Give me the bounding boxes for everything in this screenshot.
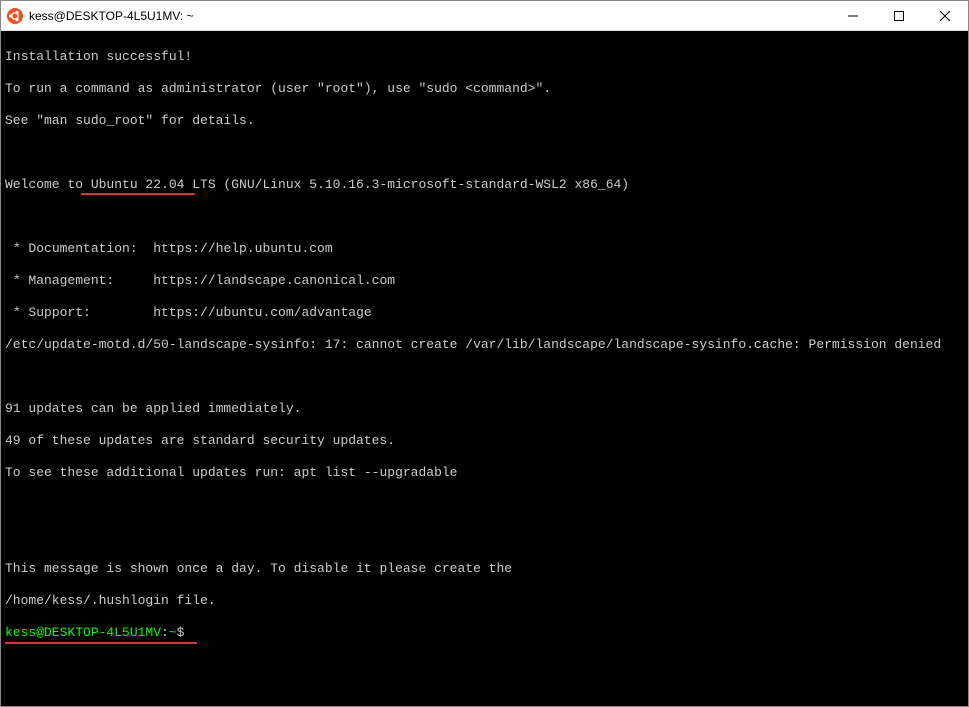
output-line [5, 497, 964, 513]
ubuntu-icon [7, 8, 23, 24]
output-line: 49 of these updates are standard securit… [5, 433, 964, 449]
prompt-userhost: kess@DESKTOP-4L5U1MV [5, 625, 161, 640]
highlight-underline [81, 193, 195, 195]
minimize-button[interactable] [830, 1, 876, 30]
output-line: * Management: https://landscape.canonica… [5, 273, 964, 289]
window-controls [830, 1, 968, 30]
output-line [5, 529, 964, 545]
output-line: Installation successful! [5, 49, 964, 65]
highlight-underline [5, 642, 197, 644]
prompt-line: kess@DESKTOP-4L5U1MV:~$ [5, 625, 964, 641]
output-line [5, 209, 964, 225]
prompt-path: ~ [169, 625, 177, 640]
prompt-dollar: $ [177, 625, 185, 640]
close-button[interactable] [922, 1, 968, 30]
titlebar: kess@DESKTOP-4L5U1MV: ~ [1, 1, 968, 31]
output-line [5, 369, 964, 385]
output-line: * Documentation: https://help.ubuntu.com [5, 241, 964, 257]
output-line: This message is shown once a day. To dis… [5, 561, 964, 577]
output-line: /home/kess/.hushlogin file. [5, 593, 964, 609]
welcome-text: Welcome to Ubuntu 22.04 LTS (GNU/Linux 5… [5, 177, 629, 192]
output-line: To run a command as administrator (user … [5, 81, 964, 97]
output-line: * Support: https://ubuntu.com/advantage [5, 305, 964, 321]
terminal-area[interactable]: Installation successful! To run a comman… [1, 31, 968, 706]
output-line: See "man sudo_root" for details. [5, 113, 964, 129]
cursor [192, 626, 199, 640]
output-line: Welcome to Ubuntu 22.04 LTS (GNU/Linux 5… [5, 177, 964, 193]
output-line [5, 145, 964, 161]
maximize-button[interactable] [876, 1, 922, 30]
output-line: To see these additional updates run: apt… [5, 465, 964, 481]
prompt-colon: : [161, 625, 169, 640]
output-line: 91 updates can be applied immediately. [5, 401, 964, 417]
output-line: /etc/update-motd.d/50-landscape-sysinfo:… [5, 337, 964, 353]
window-title: kess@DESKTOP-4L5U1MV: ~ [29, 9, 830, 23]
